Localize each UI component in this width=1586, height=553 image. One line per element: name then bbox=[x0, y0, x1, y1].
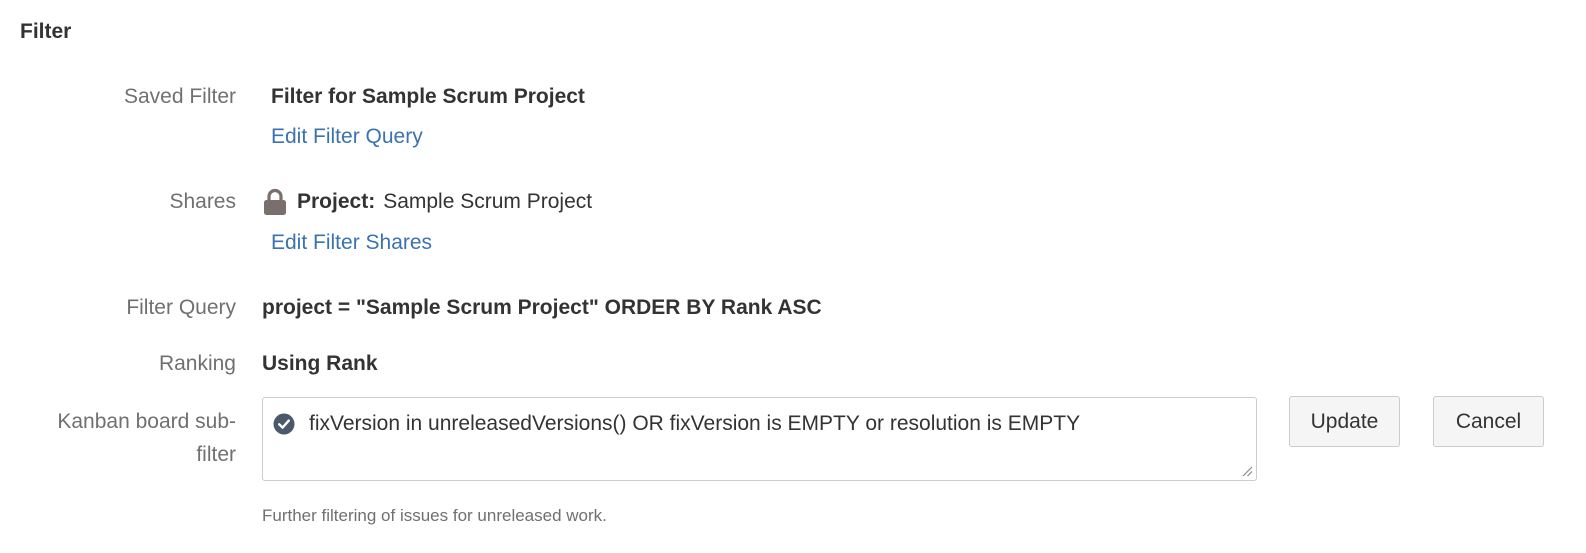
subfilter-textarea[interactable]: fixVersion in unreleasedVersions() OR fi… bbox=[262, 397, 1257, 481]
saved-filter-label: Saved Filter bbox=[123, 85, 236, 108]
subfilter-label: Kanban board sub-filter bbox=[57, 410, 236, 466]
filter-query-label: Filter Query bbox=[126, 296, 236, 319]
subfilter-query-text[interactable]: fixVersion in unreleasedVersions() OR fi… bbox=[309, 407, 1080, 441]
subfilter-help-text: Further filtering of issues for unreleas… bbox=[262, 506, 607, 525]
update-button[interactable]: Update bbox=[1289, 396, 1400, 447]
shares-label: Shares bbox=[169, 190, 236, 213]
cancel-button[interactable]: Cancel bbox=[1433, 396, 1544, 447]
check-circle-icon bbox=[273, 413, 295, 435]
lock-icon bbox=[264, 188, 286, 215]
share-name: Sample Scrum Project bbox=[383, 190, 593, 213]
edit-filter-query-link[interactable]: Edit Filter Query bbox=[271, 121, 423, 153]
section-title: Filter bbox=[20, 20, 72, 43]
ranking-label: Ranking bbox=[158, 352, 236, 375]
shares-value: Project: Sample Scrum Project bbox=[262, 186, 592, 218]
edit-filter-shares-link[interactable]: Edit Filter Shares bbox=[271, 227, 432, 259]
resize-handle-icon[interactable] bbox=[1241, 465, 1253, 477]
ranking-value: Using Rank bbox=[262, 352, 378, 375]
filter-query-value: project = "Sample Scrum Project" ORDER B… bbox=[262, 296, 822, 319]
share-type: Project: bbox=[297, 190, 376, 213]
saved-filter-name: Filter for Sample Scrum Project bbox=[271, 85, 585, 108]
